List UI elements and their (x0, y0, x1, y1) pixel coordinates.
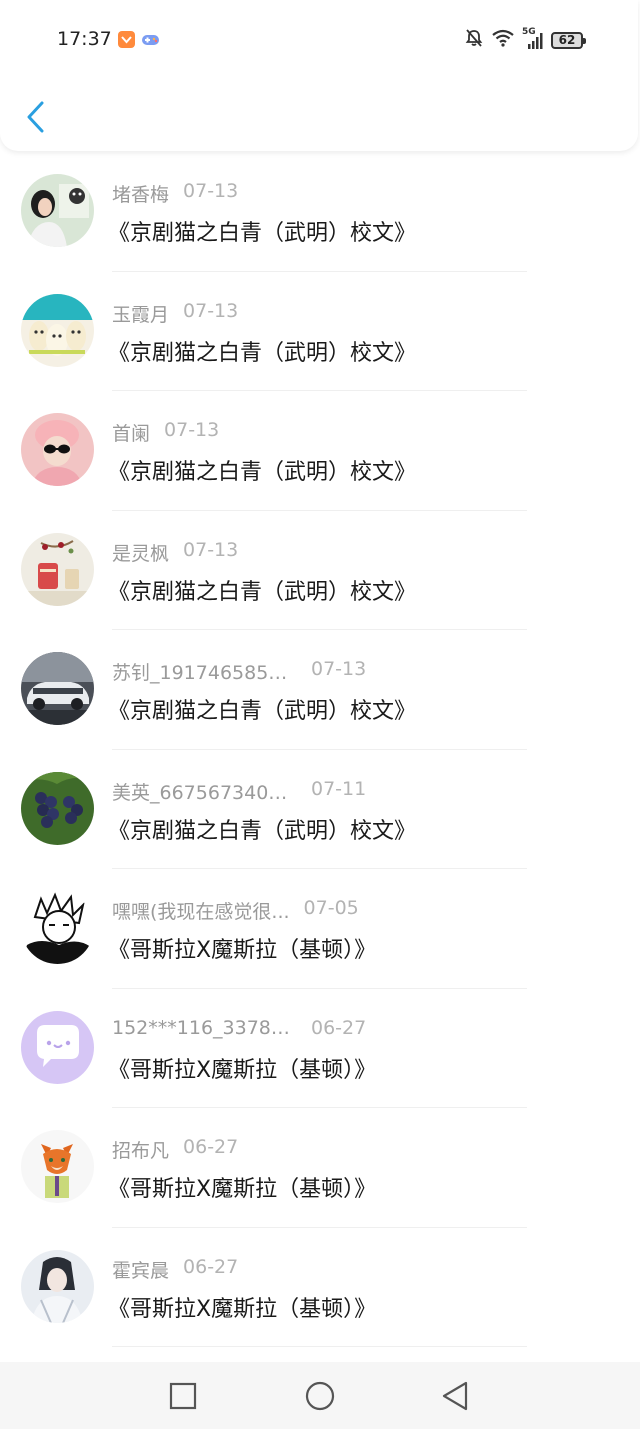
list-item[interactable]: 玉霞月 07-13 《京剧猫之白青（武明）校文》 (0, 272, 640, 391)
avatar[interactable] (21, 174, 94, 247)
list-item[interactable]: 是灵枫 07-13 《京剧猫之白青（武明）校文》 (0, 511, 640, 630)
item-date: 07-13 (183, 538, 239, 561)
work-title[interactable]: 《京剧猫之白青（武明）校文》 (108, 574, 416, 606)
avatar[interactable] (21, 532, 94, 606)
user-name: 招布凡 (112, 1140, 170, 1162)
avatar[interactable] (21, 293, 94, 367)
avatar[interactable] (21, 1249, 94, 1323)
user-name: 苏钊_1917465851... (112, 662, 297, 684)
divider (112, 1346, 527, 1347)
item-meta: 首阑 07-13 (112, 419, 219, 446)
user-name: 美英_6675673401... (112, 781, 297, 804)
mute-notification-icon (464, 28, 484, 52)
user-name: 玉霞月 (112, 303, 170, 326)
cellular-signal-icon: 5G (522, 27, 544, 50)
item-meta: 玉霞月 07-13 (112, 300, 238, 327)
item-meta: 嘿嘿(我现在感觉很... 07-05 (112, 897, 359, 924)
comment-list: 堵香梅 07-13 《京剧猫之白青（武明）校文》 玉霞月 07-13 《京剧猫之… (0, 152, 640, 1347)
square-icon (169, 1382, 197, 1410)
work-title[interactable]: 《京剧猫之白青（武明）校文》 (108, 454, 416, 486)
recent-apps-button[interactable] (167, 1380, 199, 1412)
item-meta: 招布凡 06-27 (112, 1136, 238, 1163)
avatar[interactable] (21, 413, 94, 486)
avatar[interactable] (21, 652, 94, 725)
avatar[interactable] (21, 1010, 94, 1084)
status-time: 17:37 (57, 28, 112, 50)
back-nav-button[interactable] (440, 1380, 472, 1412)
item-date: 06-27 (311, 1016, 367, 1039)
item-date: 07-05 (303, 897, 359, 919)
list-item[interactable]: 招布凡 06-27 《哥斯拉X魔斯拉（基顿）》 (0, 1108, 640, 1228)
back-button[interactable] (18, 96, 58, 138)
home-button[interactable] (304, 1380, 336, 1412)
user-name: 嘿嘿(我现在感觉很... (112, 901, 290, 923)
list-item[interactable]: 152***116_33786... 06-27 《哥斯拉X魔斯拉（基顿）》 (0, 989, 640, 1108)
item-meta: 堵香梅 07-13 (112, 180, 238, 207)
chevron-left-icon (27, 101, 44, 133)
status-icons: 5G 62 (464, 27, 586, 52)
user-name: 首阑 (112, 423, 151, 445)
wifi-icon (491, 28, 515, 52)
work-title[interactable]: 《哥斯拉X魔斯拉（基顿）》 (108, 1052, 376, 1084)
work-title[interactable]: 《哥斯拉X魔斯拉（基顿）》 (108, 1291, 376, 1323)
item-date: 06-27 (183, 1255, 239, 1278)
item-meta: 是灵枫 07-13 (112, 539, 238, 566)
game-controller-icon (141, 32, 160, 51)
item-meta: 苏钊_1917465851... 07-13 (112, 658, 366, 685)
item-date: 07-13 (183, 299, 239, 322)
list-item[interactable]: 堵香梅 07-13 《京剧猫之白青（武明）校文》 (0, 152, 640, 272)
work-title[interactable]: 《京剧猫之白青（武明）校文》 (108, 335, 416, 367)
item-meta: 152***116_33786... 06-27 (112, 1017, 366, 1039)
item-date: 07-13 (311, 658, 367, 680)
item-date: 07-13 (164, 419, 220, 441)
work-title[interactable]: 《哥斯拉X魔斯拉（基顿）》 (108, 1171, 376, 1203)
list-item[interactable]: 苏钊_1917465851... 07-13 《京剧猫之白青（武明）校文》 (0, 630, 640, 750)
work-title[interactable]: 《京剧猫之白青（武明）校文》 (108, 813, 416, 845)
work-title[interactable]: 《京剧猫之白青（武明）校文》 (108, 693, 416, 725)
avatar[interactable] (21, 891, 94, 964)
list-item[interactable]: 嘿嘿(我现在感觉很... 07-05 《哥斯拉X魔斯拉（基顿）》 (0, 869, 640, 989)
item-date: 07-11 (311, 777, 367, 800)
app-notification-icon (118, 31, 135, 48)
top-header: 17:37 5G 62 (0, 0, 638, 151)
battery-indicator: 62 (551, 31, 586, 49)
user-name: 霍宾晨 (112, 1259, 170, 1282)
item-meta: 霍宾晨 06-27 (112, 1256, 238, 1283)
list-item[interactable]: 首阑 07-13 《京剧猫之白青（武明）校文》 (0, 391, 640, 511)
system-navigation-bar (0, 1362, 640, 1429)
item-date: 07-13 (183, 180, 239, 202)
avatar[interactable] (21, 771, 94, 845)
avatar[interactable] (21, 1130, 94, 1203)
list-item[interactable]: 美英_6675673401... 07-11 《京剧猫之白青（武明）校文》 (0, 750, 640, 869)
circle-icon (305, 1381, 335, 1411)
list-item[interactable]: 霍宾晨 06-27 《哥斯拉X魔斯拉（基顿）》 (0, 1228, 640, 1347)
user-name: 152***116_33786... (112, 1016, 297, 1039)
triangle-back-icon (442, 1381, 468, 1411)
item-date: 06-27 (183, 1136, 239, 1158)
user-name: 堵香梅 (112, 184, 170, 206)
work-title[interactable]: 《哥斯拉X魔斯拉（基顿）》 (108, 932, 376, 964)
user-name: 是灵枫 (112, 542, 170, 565)
item-meta: 美英_6675673401... 07-11 (112, 778, 366, 805)
work-title[interactable]: 《京剧猫之白青（武明）校文》 (108, 215, 416, 247)
